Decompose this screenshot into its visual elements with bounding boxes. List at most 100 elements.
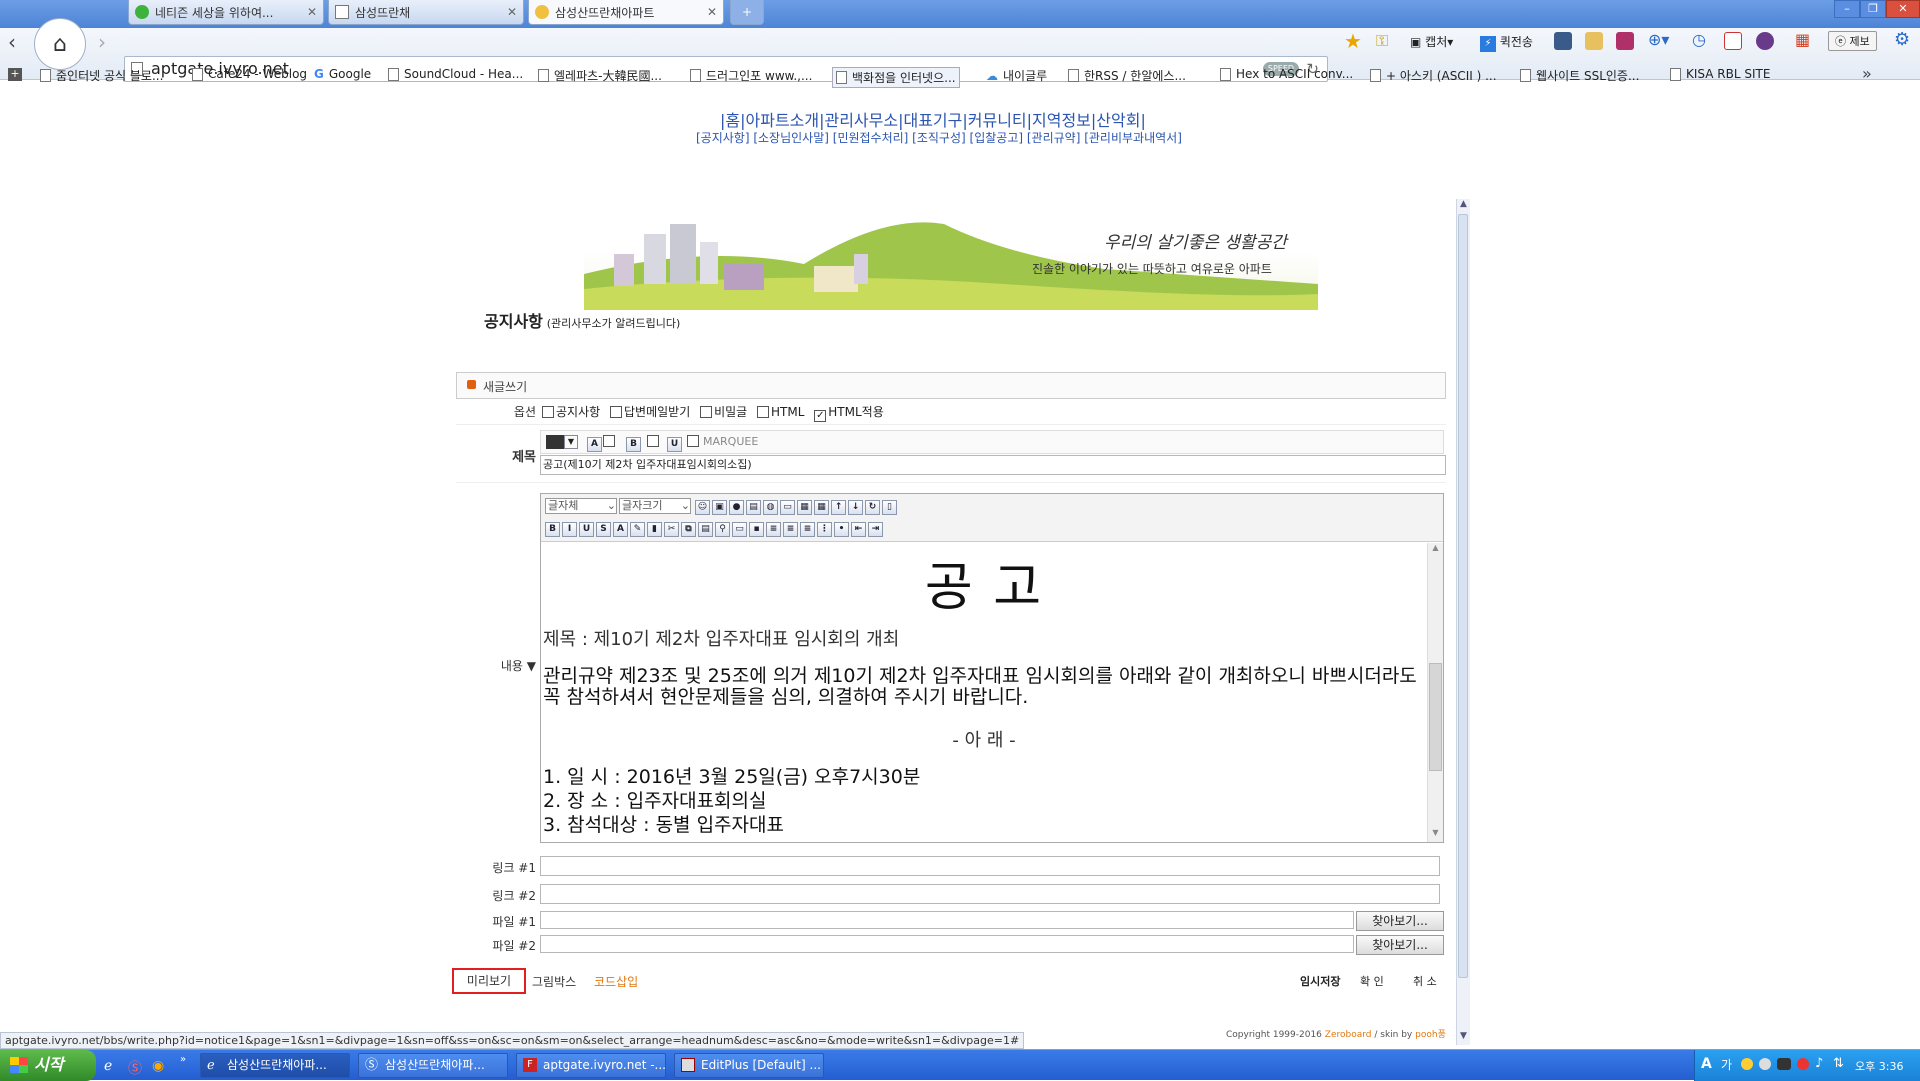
zeroboard-link[interactable]: Zeroboard bbox=[1325, 1030, 1372, 1040]
minimize-button[interactable]: – bbox=[1834, 0, 1860, 18]
clock[interactable]: 오후 3:36 bbox=[1855, 1058, 1903, 1074]
font-color-button[interactable]: A bbox=[587, 435, 604, 452]
close-icon[interactable]: ✕ bbox=[307, 5, 317, 19]
unordered-list-icon[interactable]: • bbox=[834, 522, 849, 537]
bookmark-item[interactable]: 백화점을 인터넷으... bbox=[832, 67, 960, 88]
scroll-down-icon[interactable]: ▼ bbox=[1457, 1031, 1470, 1045]
quicklaunch-browser-icon[interactable]: ◉ bbox=[152, 1058, 164, 1074]
restore-button[interactable]: ❐ bbox=[1860, 0, 1886, 18]
quicklaunch-overflow-icon[interactable]: » bbox=[180, 1054, 186, 1065]
option-html[interactable]: HTML bbox=[751, 405, 804, 419]
tray-alert-icon[interactable] bbox=[1797, 1058, 1809, 1070]
option-reply-mail[interactable]: 답변메일받기 bbox=[604, 405, 690, 419]
editor-scrollbar-thumb[interactable] bbox=[1429, 663, 1442, 771]
key-icon[interactable]: ⚿ bbox=[1376, 31, 1388, 51]
underline-checkbox[interactable] bbox=[647, 435, 659, 447]
editor-body[interactable]: 공 고 제목 : 제10기 제2차 입주자대표 임시회의 개최 관리규약 제23… bbox=[541, 543, 1427, 842]
bookmarks-overflow-icon[interactable]: » bbox=[1862, 64, 1872, 83]
align-right-icon[interactable]: ≡ bbox=[800, 522, 815, 537]
font-color-icon[interactable]: A bbox=[613, 522, 628, 537]
close-icon[interactable]: ✕ bbox=[707, 5, 717, 19]
settings-gear-icon[interactable]: ⚙ bbox=[1894, 29, 1910, 50]
subject-input[interactable]: 공고(제10기 제2차 입주자대표임시회의소집) bbox=[540, 455, 1446, 475]
calendar-icon[interactable] bbox=[1724, 32, 1742, 50]
task-button[interactable]: Ⓢ 삼성산뜨란채아파... bbox=[358, 1053, 508, 1078]
highlight-icon[interactable]: ✎ bbox=[630, 522, 645, 537]
picture-box-button[interactable]: 그림박스 bbox=[532, 973, 576, 990]
globe-icon[interactable]: ◍ bbox=[763, 500, 778, 515]
font-select[interactable]: 글자체 ⌄ bbox=[545, 498, 617, 514]
align-left-icon[interactable]: ≡ bbox=[766, 522, 781, 537]
bookmark-item[interactable]: + 아스키 (ASCII ) ... bbox=[1370, 67, 1497, 84]
link1-input[interactable] bbox=[540, 856, 1440, 876]
emoticon-icon[interactable]: ☺ bbox=[695, 500, 710, 515]
indent-icon[interactable]: ⇥ bbox=[868, 522, 883, 537]
scroll-down-icon[interactable]: ▼ bbox=[1428, 828, 1443, 842]
skin-author-link[interactable]: pooh풍 bbox=[1415, 1030, 1446, 1040]
new-tab-button[interactable]: + bbox=[730, 0, 764, 25]
secret-checkbox[interactable] bbox=[700, 406, 713, 418]
color-swatch[interactable] bbox=[546, 435, 564, 449]
reply-mail-checkbox[interactable] bbox=[610, 406, 622, 418]
tray-app-icon[interactable] bbox=[1759, 1058, 1771, 1070]
quick-send-button[interactable]: ⚡ 퀵전송 bbox=[1480, 33, 1533, 52]
find-icon[interactable]: ⚲ bbox=[715, 522, 730, 537]
underline-icon[interactable]: U bbox=[579, 522, 594, 537]
outdent-icon[interactable]: ⇤ bbox=[851, 522, 866, 537]
move-up-icon[interactable]: ↑ bbox=[831, 500, 846, 515]
volume-icon[interactable]: ♪ bbox=[1815, 1056, 1823, 1071]
notes-icon[interactable] bbox=[1585, 32, 1603, 50]
scroll-up-icon[interactable]: ▲ bbox=[1457, 199, 1470, 213]
task-button[interactable]: F aptgate.ivyro.net -... bbox=[516, 1053, 666, 1078]
close-icon[interactable]: ✕ bbox=[507, 5, 517, 19]
option-html-apply[interactable]: ✓ HTML적용 bbox=[808, 405, 884, 422]
chat-icon[interactable] bbox=[1777, 1058, 1791, 1070]
bookmark-item[interactable]: ☁ 내이글루 bbox=[986, 67, 1047, 84]
option-notice[interactable]: 공지사항 bbox=[536, 405, 600, 419]
capture-button[interactable]: ▣ 캡처▾ bbox=[1410, 33, 1453, 50]
bookmark-item[interactable]: 웹사이트 SSL인증... bbox=[1520, 67, 1639, 84]
cancel-button[interactable]: 취 소 bbox=[1413, 973, 1437, 989]
paste-icon[interactable]: ▤ bbox=[698, 522, 713, 537]
option-secret[interactable]: 비밀글 bbox=[694, 405, 747, 419]
print-icon[interactable]: ▭ bbox=[732, 522, 747, 537]
italic-icon[interactable]: I bbox=[562, 522, 577, 537]
close-window-button[interactable]: ✕ bbox=[1886, 0, 1920, 18]
underline-button[interactable]: U bbox=[667, 435, 684, 452]
star-icon[interactable]: ★ bbox=[1344, 29, 1362, 53]
ordered-list-icon[interactable]: ⋮ bbox=[817, 522, 832, 537]
report-button[interactable]: ⓔ 제보 bbox=[1828, 31, 1877, 51]
tab-netizen[interactable]: 네티즌 세상을 위하여... ✕ bbox=[128, 0, 324, 25]
bold-button[interactable]: B bbox=[626, 435, 643, 452]
temp-save-button[interactable]: 임시저장 bbox=[1300, 973, 1340, 989]
page-scrollbar-thumb[interactable] bbox=[1458, 214, 1468, 978]
save-icon[interactable]: ▪ bbox=[749, 522, 764, 537]
back-icon[interactable]: ‹ bbox=[8, 30, 16, 54]
file1-input[interactable] bbox=[540, 911, 1354, 929]
apps-grid-icon[interactable]: ▦ bbox=[1795, 30, 1810, 49]
code-insert-button[interactable]: 코드삽입 bbox=[594, 973, 638, 990]
picture-icon[interactable]: ▤ bbox=[746, 500, 761, 515]
notice-checkbox[interactable] bbox=[542, 406, 554, 418]
media-icon[interactable] bbox=[1616, 32, 1634, 50]
content-label[interactable]: 내용 ▼ bbox=[470, 657, 536, 674]
main-nav[interactable]: |홈|아파트소개|관리사무소|대표기구|커뮤니티|지역정보|산악회| bbox=[720, 107, 1146, 131]
bold-checkbox[interactable] bbox=[603, 435, 615, 447]
home-button[interactable]: ⌂ bbox=[34, 18, 86, 70]
bookmark-item[interactable]: Hex to ASCII conv... bbox=[1220, 67, 1353, 81]
sub-nav[interactable]: [공지사항] [소장님인사말] [민원접수처리] [조직구성] [입찰공고] [… bbox=[696, 129, 1182, 146]
file2-input[interactable] bbox=[540, 935, 1354, 953]
bookmark-item[interactable]: 드러그인포 www.,... bbox=[690, 67, 812, 84]
preview-button[interactable]: 미리보기 bbox=[452, 968, 526, 994]
quicklaunch-ie-icon[interactable]: ℯ bbox=[104, 1058, 112, 1074]
task-button[interactable]: EditPlus [Default] ... bbox=[674, 1053, 824, 1078]
tab-samsung[interactable]: 삼성뜨란채 ✕ bbox=[328, 0, 524, 25]
forward-icon[interactable]: › bbox=[98, 30, 106, 54]
ime-a-icon[interactable]: A bbox=[1701, 1056, 1712, 1072]
print-icon[interactable]: ▭ bbox=[780, 500, 795, 515]
editor-scrollbar[interactable]: ▲ ▼ bbox=[1427, 543, 1443, 842]
scroll-up-icon[interactable]: ▲ bbox=[1428, 543, 1443, 557]
refresh-icon[interactable]: ↻ bbox=[865, 500, 880, 515]
file2-browse-button[interactable]: 찾아보기... bbox=[1356, 935, 1444, 955]
color-dropdown-icon[interactable]: ▼ bbox=[564, 435, 578, 449]
